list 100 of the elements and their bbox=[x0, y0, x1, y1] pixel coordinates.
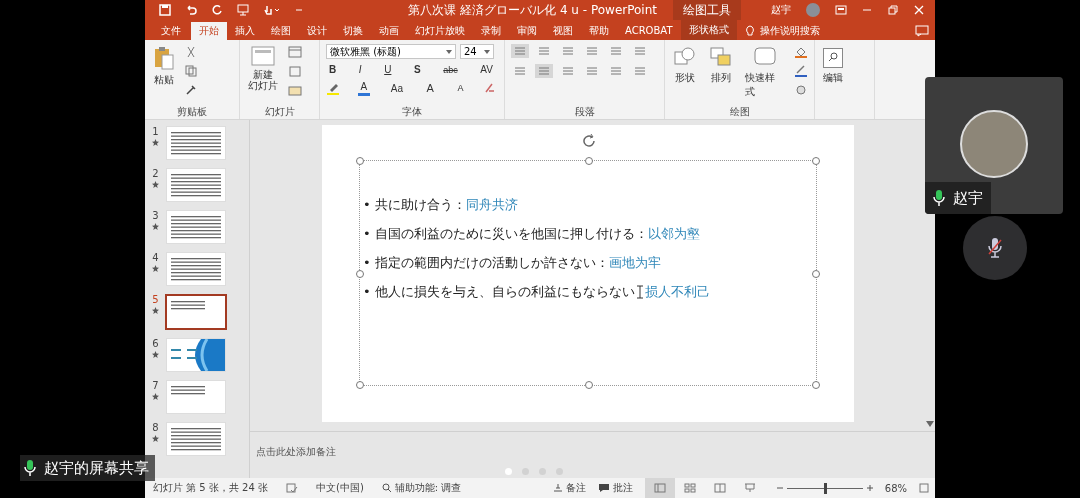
new-slide-button[interactable]: 新建 幻灯片 bbox=[246, 44, 280, 93]
strike-button[interactable]: abc bbox=[440, 63, 461, 76]
resize-handle[interactable] bbox=[356, 381, 364, 389]
shrink-font-button[interactable]: A bbox=[454, 82, 467, 94]
ribbon-tab[interactable]: 设计 bbox=[299, 22, 335, 40]
scroll-down-icon[interactable] bbox=[926, 421, 934, 427]
bullet-text: 共に助け合う： bbox=[375, 196, 466, 214]
shadow-button[interactable]: S bbox=[411, 63, 424, 76]
fill-bucket-icon[interactable] bbox=[794, 46, 808, 58]
accessibility-status[interactable]: 辅助功能: 调查 bbox=[381, 481, 462, 495]
slide-number: 5 bbox=[152, 294, 159, 305]
ribbon-tab[interactable]: 绘图 bbox=[263, 22, 299, 40]
resize-handle[interactable] bbox=[585, 157, 593, 165]
spellcheck-icon[interactable] bbox=[286, 483, 298, 493]
outline-pen-icon[interactable] bbox=[794, 65, 808, 77]
section-icon[interactable] bbox=[288, 84, 302, 96]
ribbon-tab[interactable]: 切换 bbox=[335, 22, 371, 40]
ribbon-tab[interactable]: 视图 bbox=[545, 22, 581, 40]
reset-icon[interactable] bbox=[288, 65, 302, 77]
touch-hand-icon[interactable] bbox=[263, 4, 281, 16]
change-case-button[interactable]: Aa bbox=[387, 81, 406, 95]
columns-icon[interactable] bbox=[633, 45, 647, 57]
page-indicator-dot[interactable] bbox=[505, 468, 512, 475]
zoom-out-icon[interactable] bbox=[776, 485, 783, 491]
notes-field[interactable]: 点击此处添加备注 bbox=[256, 445, 336, 459]
presentation-icon[interactable] bbox=[237, 4, 249, 16]
redo-icon[interactable] bbox=[211, 4, 223, 16]
bullets-icon[interactable] bbox=[513, 45, 527, 57]
ribbon-tab[interactable]: 形状格式 bbox=[680, 20, 737, 40]
grow-font-button[interactable]: A bbox=[423, 81, 437, 95]
reading-view-icon[interactable] bbox=[713, 483, 726, 493]
ribbon-display-icon[interactable] bbox=[835, 4, 847, 16]
slide-thumbnail[interactable] bbox=[165, 294, 227, 330]
ribbon-tab[interactable]: 帮助 bbox=[581, 22, 617, 40]
ribbon-tab[interactable]: 录制 bbox=[473, 22, 509, 40]
resize-handle[interactable] bbox=[585, 381, 593, 389]
font-size-dropdown[interactable]: 24 bbox=[460, 44, 494, 59]
undo-icon[interactable] bbox=[185, 4, 197, 16]
arrange-button[interactable]: 排列 bbox=[707, 44, 735, 87]
align-text-icon[interactable] bbox=[513, 65, 527, 77]
numbering-icon[interactable] bbox=[537, 45, 551, 57]
line-spacing-icon[interactable] bbox=[561, 45, 575, 57]
center-icon[interactable] bbox=[561, 65, 575, 77]
zoom-percent[interactable]: 68% bbox=[884, 482, 907, 494]
bold-button[interactable]: B bbox=[326, 63, 340, 76]
ribbon-tab[interactable]: 幻灯片放映 bbox=[407, 22, 473, 40]
layout-icon[interactable] bbox=[288, 46, 302, 58]
font-color-button[interactable]: A bbox=[357, 80, 371, 96]
slide-number: 3 bbox=[152, 210, 159, 221]
font-name-dropdown[interactable]: 微软雅黑 (标题) bbox=[326, 44, 456, 59]
rotate-handle-icon[interactable] bbox=[582, 133, 596, 147]
indent-icon[interactable] bbox=[609, 45, 623, 57]
underline-button[interactable]: U bbox=[381, 63, 395, 76]
bullet-text: 指定の範囲内だけの活動しか許さない： bbox=[375, 254, 609, 272]
copy-icon[interactable] bbox=[185, 65, 197, 77]
ribbon-tab[interactable]: ACROBAT bbox=[617, 22, 681, 40]
quick-styles-button[interactable]: 快速样式 bbox=[743, 44, 786, 101]
zoom-slider-thumb[interactable] bbox=[823, 482, 827, 494]
justify-icon[interactable] bbox=[609, 65, 623, 77]
sorter-view-icon[interactable] bbox=[683, 483, 696, 493]
italic-button[interactable]: I bbox=[355, 63, 365, 76]
close-icon[interactable] bbox=[913, 4, 925, 16]
zoom-in-icon[interactable] bbox=[866, 485, 873, 491]
editing-button[interactable]: 编辑 bbox=[821, 46, 845, 87]
notes-button[interactable]: 备注 bbox=[552, 481, 586, 495]
bullet: • bbox=[363, 254, 372, 272]
resize-handle[interactable] bbox=[812, 270, 820, 278]
resize-handle[interactable] bbox=[356, 270, 364, 278]
tell-me-search[interactable]: 操作说明搜索 bbox=[759, 24, 820, 38]
cut-icon[interactable] bbox=[185, 46, 197, 58]
language-status[interactable]: 中文(中国) bbox=[316, 481, 364, 495]
comments-icon[interactable] bbox=[915, 25, 929, 37]
paste-button[interactable]: 粘贴 bbox=[151, 44, 177, 89]
clear-format-icon[interactable] bbox=[484, 82, 496, 94]
comments-button[interactable]: 批注 bbox=[597, 481, 633, 495]
convert-smartart-icon[interactable] bbox=[633, 65, 647, 77]
bullet: • bbox=[363, 196, 372, 214]
shapes-button[interactable]: 形状 bbox=[671, 44, 699, 87]
effects-icon[interactable] bbox=[794, 84, 808, 96]
spacing-button[interactable]: AV bbox=[477, 63, 496, 76]
normal-view-icon[interactable] bbox=[653, 483, 666, 493]
restore-icon[interactable] bbox=[887, 4, 899, 16]
user-name[interactable]: 赵宇 bbox=[771, 3, 791, 17]
ribbon-tab[interactable]: 开始 bbox=[191, 22, 227, 40]
text-direction-icon[interactable] bbox=[585, 45, 599, 57]
ribbon-tab[interactable]: 动画 bbox=[371, 22, 407, 40]
save-icon[interactable] bbox=[159, 4, 171, 16]
fit-slide-icon[interactable] bbox=[919, 483, 929, 493]
format-painter-icon[interactable] bbox=[185, 84, 197, 96]
resize-handle[interactable] bbox=[812, 381, 820, 389]
align-left-icon[interactable] bbox=[537, 65, 551, 77]
notes-icon bbox=[552, 483, 563, 493]
slideshow-view-icon[interactable] bbox=[743, 483, 756, 493]
resize-handle[interactable] bbox=[812, 157, 820, 165]
ribbon-tab[interactable]: 文件 bbox=[151, 22, 191, 40]
align-right-icon[interactable] bbox=[585, 65, 599, 77]
resize-handle[interactable] bbox=[356, 157, 364, 165]
ribbon-tab[interactable]: 插入 bbox=[227, 22, 263, 40]
highlighter-icon[interactable] bbox=[326, 81, 340, 95]
ribbon-tab[interactable]: 审阅 bbox=[509, 22, 545, 40]
